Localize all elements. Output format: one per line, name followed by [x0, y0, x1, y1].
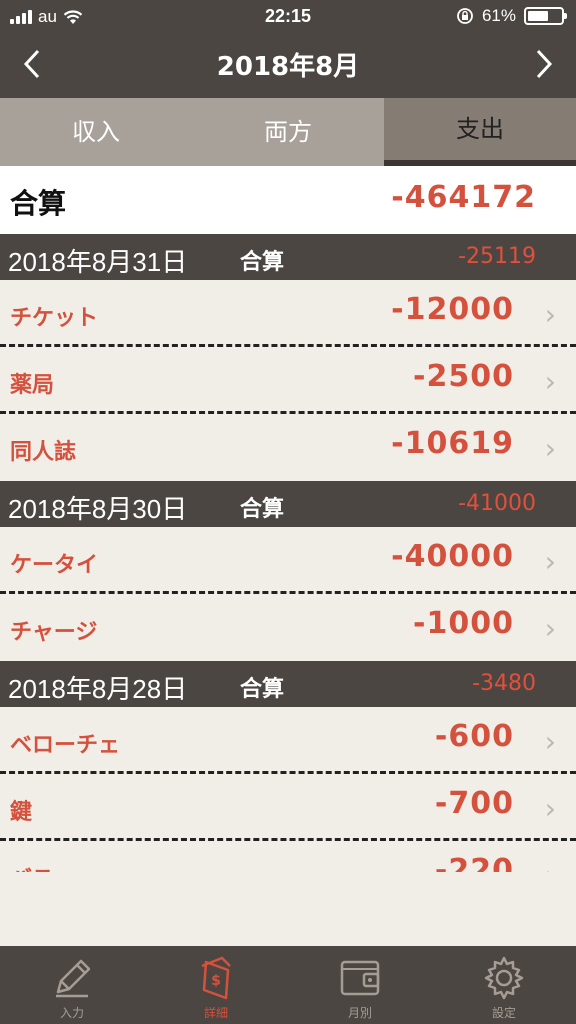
- chevron-right-icon: ›: [545, 859, 556, 872]
- tabbar-item-detail[interactable]: $ 詳細: [144, 946, 288, 1024]
- date-label: 2018年8月30日: [8, 494, 188, 524]
- date-sum-value: -41000: [458, 491, 536, 516]
- date-label: 2018年8月28日: [8, 674, 188, 704]
- pencil-icon: [56, 959, 91, 998]
- item-amount: -1000: [413, 606, 514, 641]
- date-sum-label: 合算: [240, 250, 285, 275]
- date-sum-label: 合算: [240, 677, 285, 702]
- tabbar-label: 設定: [491, 1006, 516, 1020]
- date-header: 2018年8月30日 合算 -41000: [0, 481, 576, 527]
- battery-fill: [528, 11, 548, 21]
- list-item[interactable]: ベローチェ -600 ›: [0, 707, 576, 774]
- next-month-button[interactable]: [524, 44, 564, 84]
- list-item[interactable]: 同人誌 -10619 ›: [0, 414, 576, 481]
- date-header: 2018年8月28日 合算 -3480: [0, 661, 576, 707]
- date-label: 2018年8月31日: [8, 247, 188, 277]
- list-item[interactable]: チケット -12000 ›: [0, 280, 576, 347]
- item-amount: -2500: [413, 359, 514, 394]
- chevron-right-icon: ›: [544, 365, 556, 398]
- transaction-list[interactable]: 2018年8月31日 合算 -25119 チケット -12000 › 薬局 -2…: [0, 234, 576, 872]
- chevron-right-icon: ›: [544, 725, 556, 758]
- battery-percent: 61%: [481, 6, 516, 25]
- chevron-right-icon: ›: [544, 792, 556, 825]
- total-value: -464172: [391, 180, 536, 215]
- rotation-lock-icon: [457, 8, 473, 24]
- item-name: 鍵: [10, 800, 33, 825]
- tabbar-label: 月別: [347, 1006, 372, 1020]
- money-note-icon: $: [201, 956, 231, 1000]
- battery-icon: [524, 7, 567, 25]
- date-sum-value: -3480: [472, 671, 536, 696]
- tabbar-item-input[interactable]: 入力: [0, 946, 144, 1024]
- item-name: 薬局: [10, 373, 55, 398]
- chevron-right-icon: ›: [544, 298, 556, 331]
- svg-text:$: $: [211, 973, 221, 989]
- item-name: 同人誌: [10, 440, 77, 465]
- chevron-right-icon: ›: [544, 432, 556, 465]
- item-name: チケット: [10, 306, 99, 331]
- chevron-right-icon: ›: [544, 545, 556, 578]
- list-item[interactable]: 鍵 -700 ›: [0, 774, 576, 841]
- gear-icon: [484, 956, 524, 1000]
- date-header: 2018年8月31日 合算 -25119: [0, 234, 576, 280]
- navigation-header: au 22:15 61% 2018年8月: [0, 0, 576, 98]
- tab-expense[interactable]: 支出: [384, 98, 576, 166]
- item-amount: -220: [434, 853, 514, 872]
- item-name: ベローチェ: [10, 733, 121, 758]
- list-item[interactable]: 薬局 -2500 ›: [0, 347, 576, 414]
- chevron-right-icon: [536, 49, 553, 79]
- tabbar-item-monthly[interactable]: 月別: [288, 946, 432, 1024]
- type-segmented-control: 収入 両方 支出: [0, 98, 576, 166]
- tab-both[interactable]: 両方: [192, 98, 384, 166]
- total-label: 合算: [10, 187, 67, 220]
- item-name: ケータイ: [10, 553, 99, 578]
- list-item[interactable]: チャージ -1000 ›: [0, 594, 576, 661]
- item-amount: -40000: [391, 539, 514, 574]
- status-right: 61%: [456, 6, 567, 26]
- total-row: 合算 -464172: [0, 166, 576, 234]
- item-amount: -12000: [391, 292, 514, 327]
- status-bar: au 22:15 61%: [0, 0, 576, 34]
- tabbar-label: 入力: [59, 1006, 84, 1020]
- item-amount: -700: [434, 786, 514, 821]
- item-name: チャージ: [10, 620, 98, 645]
- list-item[interactable]: ケータイ -40000 ›: [0, 527, 576, 594]
- chevron-right-icon: ›: [544, 612, 556, 645]
- date-sum-label: 合算: [240, 497, 285, 522]
- tab-income[interactable]: 収入: [0, 98, 192, 166]
- bottom-tab-bar: 入力 $ 詳細 月別 設定: [0, 946, 576, 1024]
- item-name: バス: [10, 861, 54, 872]
- tabbar-label: 詳細: [203, 1006, 228, 1020]
- item-amount: -10619: [391, 426, 514, 461]
- wallet-icon: [340, 960, 380, 996]
- month-title: 2018年8月: [216, 52, 360, 82]
- list-item[interactable]: バス -220 ›: [0, 841, 576, 872]
- tabbar-item-settings[interactable]: 設定: [432, 946, 576, 1024]
- item-amount: -600: [434, 719, 514, 754]
- date-sum-value: -25119: [458, 244, 536, 269]
